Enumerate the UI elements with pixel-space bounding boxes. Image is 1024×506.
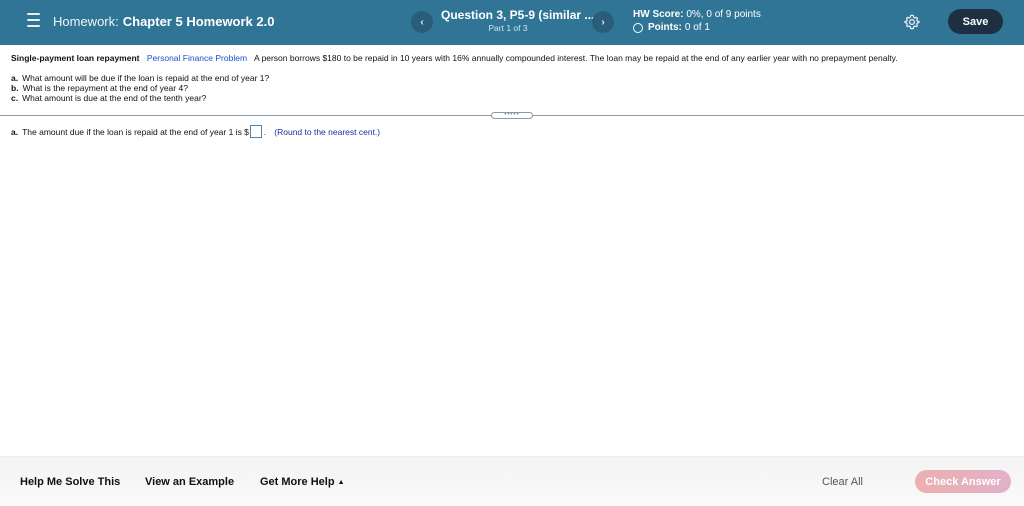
- handle-dots-icon: •••••: [504, 112, 520, 118]
- question-text: What amount will be due if the loan is r…: [22, 73, 270, 83]
- save-button[interactable]: Save: [948, 9, 1003, 34]
- clear-all-button[interactable]: Clear All: [822, 476, 863, 488]
- answer-prompt: The amount due if the loan is repaid at …: [22, 126, 249, 137]
- hw-score: HW Score: 0%, 0 of 9 points: [633, 9, 761, 20]
- question-letter: a.: [11, 73, 19, 83]
- hamburger-menu-icon[interactable]: [27, 13, 40, 27]
- problem-title: Single-payment loan repayment: [11, 53, 140, 63]
- previous-question-button[interactable]: ‹: [411, 11, 433, 33]
- chevron-left-icon: ‹: [420, 16, 424, 28]
- question-text: What amount is due at the end of the ten…: [22, 93, 207, 103]
- view-example-button[interactable]: View an Example: [145, 476, 234, 488]
- top-bar: Homework: Chapter 5 Homework 2.0 ‹ Questi…: [0, 0, 1024, 45]
- hw-score-value: 0%, 0 of 9 points: [686, 9, 761, 20]
- divider-resize-handle[interactable]: •••••: [491, 112, 533, 119]
- question-letter: b.: [11, 83, 19, 93]
- personal-finance-link[interactable]: Personal Finance Problem: [147, 53, 247, 63]
- points-status-icon: [633, 22, 643, 33]
- points-value: 0 of 1: [684, 22, 710, 33]
- question-item: b. What is the repayment at the end of ye…: [11, 83, 269, 93]
- next-question-button[interactable]: ›: [592, 11, 614, 33]
- answer-letter: a.: [11, 126, 19, 137]
- points-label: Points:: [648, 22, 682, 33]
- homework-label: Homework: Chapter 5 Homework 2.0: [53, 14, 274, 29]
- homework-title: Chapter 5 Homework 2.0: [122, 14, 275, 29]
- homework-prefix: Homework:: [53, 14, 119, 29]
- footer-bar: Help Me Solve This View an Example Get M…: [0, 456, 1024, 506]
- caret-up-icon: ▲: [337, 479, 345, 486]
- question-list: a. What amount will be due if the loan is…: [11, 73, 269, 103]
- check-answer-button[interactable]: Check Answer: [915, 470, 1011, 493]
- gear-icon[interactable]: [904, 14, 920, 30]
- question-item: c. What amount is due at the end of the t…: [11, 93, 269, 103]
- question-letter: c.: [11, 93, 19, 103]
- rounding-hint: (Round to the nearest cent.): [274, 126, 381, 137]
- problem-statement: Single-payment loan repayment Personal F…: [11, 53, 898, 63]
- question-title: Question 3, P5-9 (similar ...: [441, 8, 595, 22]
- question-item: a. What amount will be due if the loan is…: [11, 73, 269, 83]
- answer-suffix: .: [263, 126, 267, 137]
- answer-input[interactable]: [249, 125, 262, 138]
- problem-text: A person borrows $180 to be repaid in 10…: [253, 53, 898, 63]
- chevron-right-icon: ›: [601, 16, 605, 28]
- points: Points: 0 of 1: [633, 22, 710, 33]
- question-text: What is the repayment at the end of year…: [22, 83, 188, 93]
- get-more-help-button[interactable]: Get More Help ▲: [260, 476, 345, 488]
- answer-row: a. The amount due if the loan is repaid …: [11, 125, 380, 138]
- help-me-solve-button[interactable]: Help Me Solve This: [20, 476, 120, 488]
- hw-score-label: HW Score:: [633, 9, 684, 20]
- get-more-help-label: Get More Help: [260, 476, 335, 488]
- question-part: Part 1 of 3: [488, 23, 528, 33]
